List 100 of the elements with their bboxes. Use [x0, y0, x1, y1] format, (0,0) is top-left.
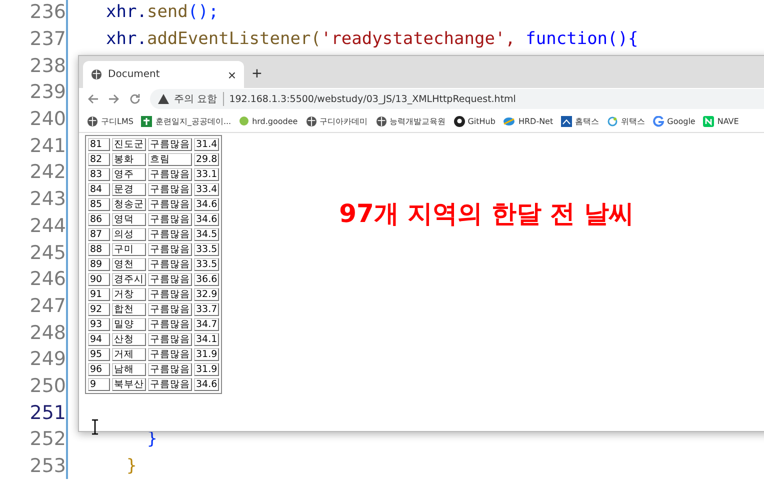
- table-cell: 거제: [112, 348, 146, 361]
- table-cell: 구름많음: [148, 138, 192, 151]
- table-cell: 북부산: [112, 378, 146, 391]
- table-cell: 31.4: [194, 138, 220, 151]
- table-cell: 33.7: [194, 303, 220, 316]
- line-number: 253: [30, 455, 66, 478]
- table-cell: 33.1: [194, 168, 220, 181]
- bookmark[interactable]: HRD-Net: [503, 116, 554, 126]
- globe-icon: [87, 116, 98, 126]
- table-cell: 34.6: [194, 198, 220, 211]
- table-cell: 구름많음: [148, 168, 192, 181]
- table-cell: 봉화: [112, 153, 146, 166]
- line-number: 249: [30, 348, 66, 370]
- bookmark[interactable]: Google: [653, 116, 696, 126]
- browser-tab[interactable]: Document ×: [83, 61, 244, 88]
- globe-icon: [376, 116, 387, 126]
- line-number: 251: [30, 402, 66, 424]
- line-number: 245: [30, 242, 66, 264]
- line-number: 242: [30, 161, 66, 184]
- forward-icon[interactable]: [108, 93, 120, 105]
- url-text: 192.168.1.3:5500/webstudy/03_JS/13_XMLHttpRequest.html: [229, 94, 516, 104]
- table-cell: 산청: [112, 333, 146, 346]
- table-cell: 88: [88, 243, 110, 256]
- table-cell: 의성: [112, 228, 146, 241]
- google-icon: [653, 116, 664, 126]
- table-cell: 33.5: [194, 258, 220, 271]
- table-cell: 구름많음: [148, 348, 192, 361]
- table-cell: 82: [88, 153, 110, 166]
- table-cell: 남해: [112, 363, 146, 376]
- table-cell: 32.9: [194, 288, 220, 301]
- bookmark[interactable]: 위택스: [607, 116, 646, 126]
- table-cell: 36.6: [194, 273, 220, 286]
- table-cell: 영천: [112, 258, 146, 271]
- globe-icon: [91, 69, 102, 80]
- table-cell: 34.1: [194, 333, 220, 346]
- code-line: }: [125, 456, 137, 476]
- bookmark[interactable]: hrd.goodee: [239, 116, 298, 126]
- table-cell: 90: [88, 273, 110, 286]
- security-label: 주의 요함: [174, 92, 224, 106]
- table-cell: 34.6: [194, 213, 220, 226]
- table-cell: 81: [88, 138, 110, 151]
- table-cell: 영주: [112, 168, 146, 181]
- new-tab-button[interactable]: +: [252, 64, 262, 88]
- line-number: 248: [30, 322, 66, 344]
- text-cursor-icon: [92, 419, 98, 435]
- globe-icon: [306, 116, 317, 126]
- table-cell: 85: [88, 198, 110, 211]
- address-bar[interactable]: 주의 요함 192.168.1.3:5500/webstudy/03_JS/13_XMLHttpRequest.html: [150, 89, 764, 109]
- bookmark[interactable]: 구디LMS: [87, 116, 134, 126]
- table-cell: 31.9: [194, 363, 220, 376]
- page-heading: 97개 지역의 한달 전 날씨: [339, 198, 634, 230]
- table-cell: 구름많음: [148, 333, 192, 346]
- table-cell: 구미: [112, 243, 146, 256]
- table-cell: 33.4: [194, 183, 220, 196]
- line-number: 236: [30, 1, 66, 24]
- bookmark[interactable]: 능력개발교육원: [376, 116, 446, 126]
- code-line: xhr.addEventListener('readystatechange', function(){: [106, 29, 638, 50]
- ring-icon: [607, 116, 618, 126]
- back-icon[interactable]: [87, 93, 99, 105]
- table-cell: 밀양: [112, 318, 146, 331]
- table-cell: 34.7: [194, 318, 220, 331]
- warning-icon: [158, 94, 169, 104]
- line-number: 238: [30, 54, 66, 77]
- table-cell: 86: [88, 213, 110, 226]
- table-cell: 89: [88, 258, 110, 271]
- table-cell: 구름많음: [148, 288, 192, 301]
- line-number: 240: [30, 108, 66, 130]
- table-cell: 문경: [112, 183, 146, 196]
- table-cell: 구름많음: [148, 243, 192, 256]
- table-cell: 83: [88, 168, 110, 181]
- table-cell: 청송군: [112, 198, 146, 211]
- cross-icon: [141, 116, 152, 126]
- table-cell: 84: [88, 183, 110, 196]
- line-number: 252: [30, 428, 66, 450]
- close-button[interactable]: ×: [228, 66, 236, 82]
- table-cell: 34.5: [194, 228, 220, 241]
- code-line: xhr.send();: [106, 2, 219, 22]
- table-cell: 거창: [112, 288, 146, 301]
- table-cell: 91: [88, 288, 110, 301]
- bookmark[interactable]: 훈련일지_공공데이...: [141, 116, 232, 126]
- table-cell: 합천: [112, 303, 146, 316]
- table-cell: 구름많음: [148, 183, 192, 196]
- table-cell: 구름많음: [148, 363, 192, 376]
- line-number: 246: [30, 268, 66, 290]
- house-icon: [561, 116, 572, 126]
- bookmark[interactable]: NAVE: [703, 116, 739, 126]
- table-cell: 구름많음: [148, 318, 192, 331]
- table-cell: 31.9: [194, 348, 220, 361]
- table-cell: 흐림: [148, 153, 192, 166]
- bookmark[interactable]: GitHub: [454, 116, 496, 126]
- table-cell: 구름많음: [148, 228, 192, 241]
- line-number: 243: [30, 188, 66, 210]
- table-cell: 구름많음: [148, 303, 192, 316]
- bookmark[interactable]: 홈택스: [561, 116, 600, 126]
- table-cell: 영덕: [112, 213, 146, 226]
- table-cell: 33.5: [194, 243, 220, 256]
- reload-icon[interactable]: [129, 93, 141, 105]
- table-cell: 95: [88, 348, 110, 361]
- bookmark[interactable]: 구디아카데미: [306, 116, 368, 126]
- line-number: 247: [30, 294, 66, 317]
